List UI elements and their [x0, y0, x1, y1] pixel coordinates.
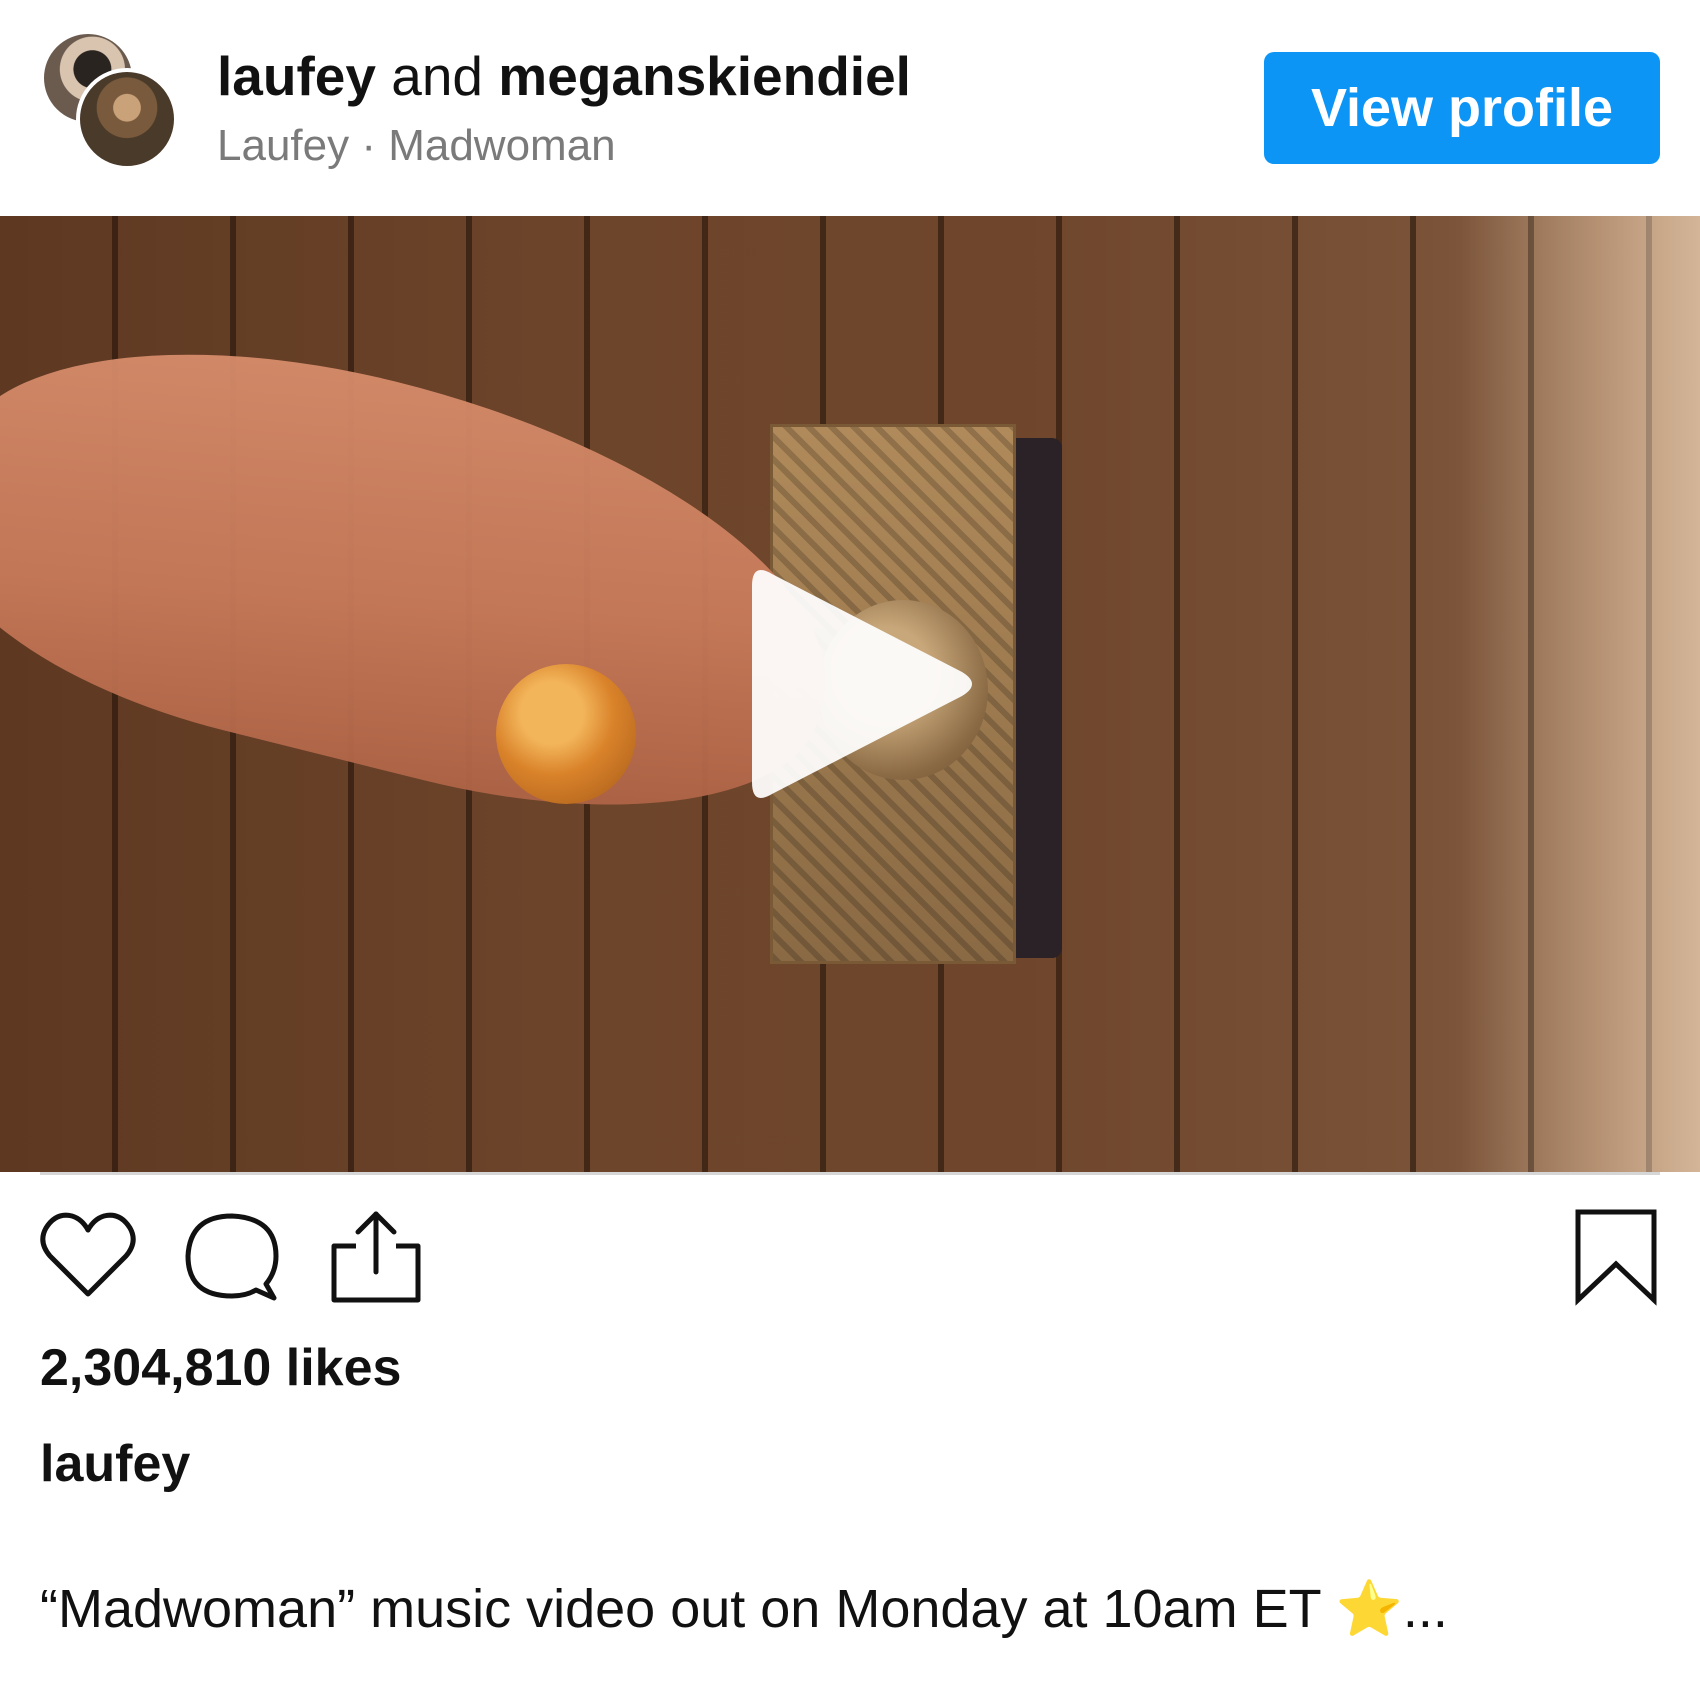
- username-primary[interactable]: laufey: [217, 45, 376, 107]
- bookmark-icon[interactable]: [1572, 1206, 1660, 1306]
- ring-image: [496, 664, 636, 804]
- avatar-meganskiendiel[interactable]: [76, 68, 178, 170]
- username-secondary[interactable]: meganskiendiel: [498, 45, 911, 107]
- comment-icon[interactable]: [182, 1206, 282, 1306]
- header-text: laufey and meganskiendiel Laufey · Madwo…: [217, 44, 911, 174]
- video-media[interactable]: [0, 216, 1700, 1172]
- share-icon[interactable]: [326, 1206, 426, 1306]
- caption-text: “Madwoman” music video out on Monday at …: [40, 1578, 1448, 1640]
- star-emoji-icon: ⭐: [1335, 1579, 1403, 1639]
- view-profile-button[interactable]: View profile: [1264, 52, 1660, 164]
- avatar-group[interactable]: [40, 30, 180, 170]
- caption-more-link[interactable]: ...: [1403, 1579, 1448, 1639]
- caption-username[interactable]: laufey: [40, 1434, 190, 1494]
- caption-body: “Madwoman” music video out on Monday at …: [40, 1579, 1336, 1639]
- post-header: laufey and meganskiendiel Laufey · Madwo…: [0, 0, 1700, 216]
- play-icon[interactable]: [742, 554, 988, 814]
- joiner-text: and: [375, 45, 499, 107]
- heart-icon[interactable]: [38, 1206, 138, 1306]
- doorbell-shadow: [1010, 438, 1062, 958]
- media-divider: [40, 1172, 1660, 1175]
- like-count[interactable]: 2,304,810 likes: [40, 1338, 401, 1398]
- audio-subtitle[interactable]: Laufey · Madwoman: [217, 118, 911, 174]
- collab-usernames: laufey and meganskiendiel: [217, 44, 911, 108]
- light-flare: [1460, 216, 1700, 1172]
